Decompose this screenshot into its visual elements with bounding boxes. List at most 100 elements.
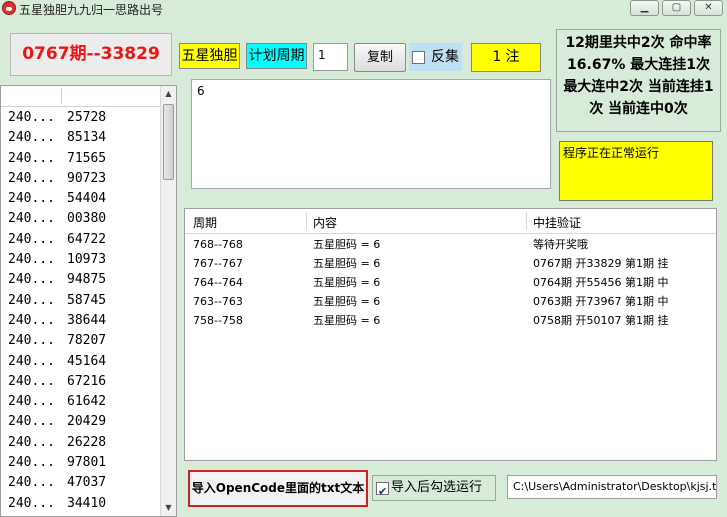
history-number: 47037 [67, 475, 107, 491]
result-period: 768--768 [193, 238, 243, 251]
result-period: 764--764 [193, 276, 243, 289]
table-row[interactable]: 763--763 五星胆码 = 6 0763期 开73967 第1期 中 [185, 292, 716, 311]
result-period: 763--763 [193, 295, 243, 308]
reverse-checkbox-box[interactable] [412, 51, 425, 64]
result-check: 0758期 开50107 第1期 挂 [533, 314, 669, 327]
list-item[interactable]: 240... 34410 [1, 494, 161, 514]
table-row[interactable]: 758--758 五星胆码 = 6 0758期 开50107 第1期 挂 [185, 311, 716, 330]
history-period: 240... [8, 475, 55, 491]
checkmark-icon: ✔ [378, 485, 388, 498]
results-header: 周期 内容 中挂验证 [185, 209, 716, 234]
history-list-header[interactable] [1, 86, 176, 107]
history-period: 240... [8, 292, 55, 308]
history-period: 240... [8, 353, 55, 369]
import-txt-button[interactable]: 导入OpenCode里面的txt文本 [188, 470, 368, 507]
history-period: 240... [8, 434, 55, 450]
history-period: 240... [8, 394, 55, 410]
run-after-import-checkbox[interactable]: ✔ 导入后勾选运行 [372, 475, 496, 501]
result-check: 0763期 开73967 第1期 中 [533, 295, 669, 308]
history-number: 25728 [67, 110, 107, 125]
list-item[interactable]: 240... 25728 [1, 108, 161, 128]
history-period: 240... [8, 414, 55, 430]
list-item[interactable]: 240... 85134 [1, 128, 161, 148]
file-path-field[interactable]: C:\Users\Administrator\Desktop\kjsj.t [507, 475, 717, 499]
list-item[interactable]: 240... 10973 [1, 250, 161, 270]
bet-count-display: 1 注 [471, 43, 541, 72]
list-item[interactable]: 240... 67216 [1, 372, 161, 392]
list-item[interactable]: 240... 90723 [1, 169, 161, 189]
list-item[interactable]: 240... 61642 [1, 392, 161, 412]
period-input[interactable]: 1 [313, 43, 348, 71]
history-period: 240... [8, 455, 55, 471]
status-display: 程序正在正常运行 [559, 141, 713, 201]
history-period: 240... [8, 130, 55, 146]
close-icon[interactable]: ✕ [694, 0, 723, 16]
history-period: 240... [8, 252, 55, 268]
list-item[interactable]: 240... 38644 [1, 311, 161, 331]
history-number: 34410 [67, 495, 107, 511]
history-number: 90723 [67, 170, 107, 186]
list-item[interactable]: 240... 20429 [1, 412, 161, 432]
history-list-body: 240... 25728 240... 85134 240... 71565 240... 9… [1, 108, 161, 514]
run-after-import-box[interactable]: ✔ [376, 482, 389, 498]
reverse-checkbox-label: 反集 [431, 49, 459, 65]
results-table[interactable]: 周期 内容 中挂验证 768--768 五星胆码 = 6 等待开奖哦 767--767… [184, 208, 717, 461]
history-number: 38644 [67, 312, 107, 328]
result-content: 五星胆码 = 6 [313, 295, 381, 308]
history-period: 240... [8, 170, 55, 186]
result-check: 0767期 开33829 第1期 挂 [533, 257, 669, 270]
list-item[interactable]: 240... 00380 [1, 209, 161, 229]
table-row[interactable]: 767--767 五星胆码 = 6 0767期 开33829 第1期 挂 [185, 254, 716, 273]
table-row[interactable]: 764--764 五星胆码 = 6 0764期 开55456 第1期 中 [185, 273, 716, 292]
list-item[interactable]: 240... 45164 [1, 352, 161, 372]
list-item[interactable]: 240... 58745 [1, 291, 161, 311]
list-item[interactable]: 240... 64722 [1, 230, 161, 250]
minimize-icon[interactable]: ▁ [630, 0, 659, 16]
list-item[interactable]: 240... 47037 [1, 473, 161, 493]
result-content: 五星胆码 = 6 [313, 314, 381, 327]
history-number: 00380 [67, 211, 107, 227]
scrollbar-thumb[interactable] [163, 104, 174, 180]
plan-period-label: 计划周期 [246, 43, 307, 69]
history-period: 240... [8, 110, 55, 125]
window-title: 五星独胆九九归一思路出号 [19, 3, 164, 17]
column-header-check[interactable]: 中挂验证 [533, 214, 581, 231]
history-number: 26228 [67, 434, 107, 450]
history-period: 240... [8, 333, 55, 349]
history-scrollbar[interactable]: ▲ ▼ [160, 86, 176, 516]
history-number: 97801 [67, 455, 107, 471]
history-number: 10973 [67, 252, 107, 268]
history-period: 240... [8, 312, 55, 328]
column-header-period[interactable]: 周期 [193, 214, 217, 231]
maximize-icon[interactable]: ▢ [662, 0, 691, 16]
history-number: 54404 [67, 191, 107, 207]
list-item[interactable]: 240... 54404 [1, 189, 161, 209]
history-number: 45164 [67, 353, 107, 369]
history-period: 240... [8, 495, 55, 511]
history-number: 20429 [67, 414, 107, 430]
list-item[interactable]: 240... 26228 [1, 433, 161, 453]
column-header-content[interactable]: 内容 [313, 214, 337, 231]
reverse-checkbox[interactable]: 反集 [409, 43, 462, 71]
scroll-up-icon[interactable]: ▲ [161, 86, 176, 102]
history-period: 240... [8, 150, 55, 166]
history-period: 240... [8, 211, 55, 227]
result-period: 758--758 [193, 314, 243, 327]
list-item[interactable]: 240... 71565 [1, 149, 161, 169]
result-content: 五星胆码 = 6 [313, 257, 381, 270]
history-number: 58745 [67, 292, 107, 308]
list-item[interactable]: 240... 97801 [1, 453, 161, 473]
history-period: 240... [8, 231, 55, 247]
number-input-area[interactable]: 6 [191, 79, 551, 189]
result-check: 0764期 开55456 第1期 中 [533, 276, 669, 289]
result-period: 767--767 [193, 257, 243, 270]
history-number: 64722 [67, 231, 107, 247]
mode-label: 五星独胆 [179, 43, 240, 69]
table-row[interactable]: 768--768 五星胆码 = 6 等待开奖哦 [185, 235, 716, 254]
copy-button[interactable]: 复制 [354, 43, 406, 72]
list-item[interactable]: 240... 78207 [1, 331, 161, 351]
history-period: 240... [8, 191, 55, 207]
list-item[interactable]: 240... 94875 [1, 270, 161, 290]
scroll-down-icon[interactable]: ▼ [161, 500, 176, 516]
history-list[interactable]: 240... 25728 240... 85134 240... 71565 240... 9… [0, 85, 177, 517]
